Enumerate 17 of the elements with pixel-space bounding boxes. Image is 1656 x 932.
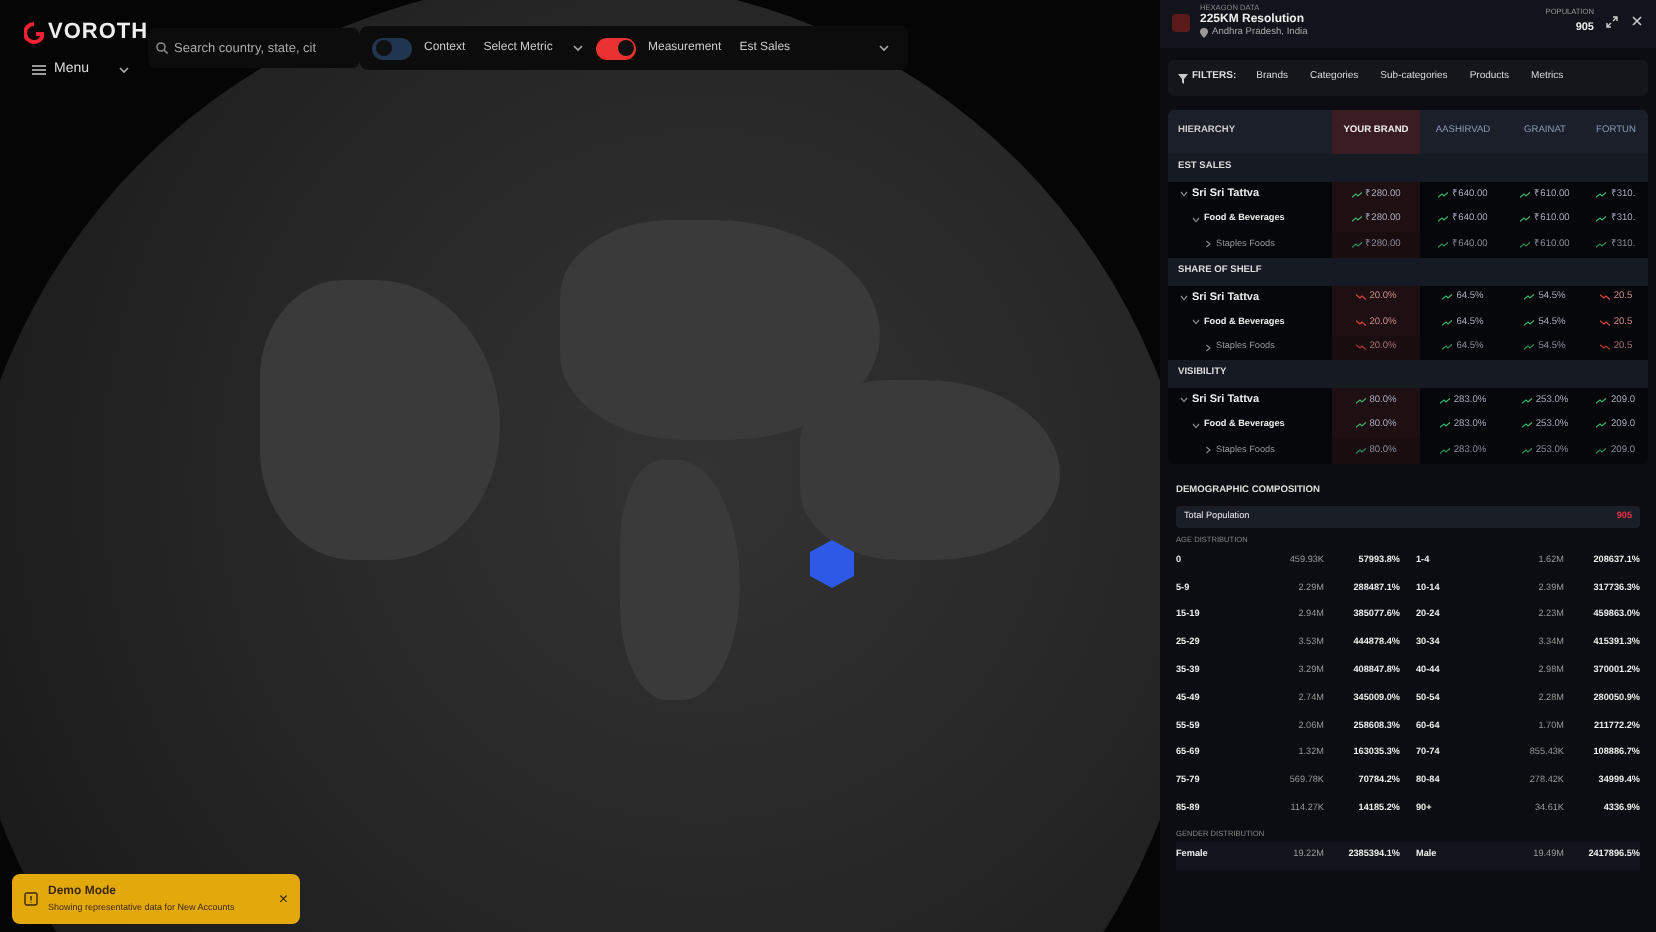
toggle-switch[interactable] xyxy=(596,37,636,59)
close-button[interactable] xyxy=(1630,13,1644,31)
caret-icon xyxy=(572,44,585,52)
expand-button[interactable] xyxy=(1604,13,1620,31)
location-pin-icon xyxy=(1200,28,1208,39)
warning-icon xyxy=(24,892,38,906)
caret-icon xyxy=(878,44,891,52)
logo-text: VOROTH xyxy=(48,18,149,48)
logo-icon xyxy=(24,21,44,44)
filter-icon xyxy=(1178,73,1188,83)
menu-icon xyxy=(32,64,46,77)
expand-icon xyxy=(1606,15,1618,28)
toggle-switch[interactable] xyxy=(372,37,412,59)
close-icon xyxy=(1632,16,1642,27)
caret-icon xyxy=(117,66,130,75)
close-button[interactable]: × xyxy=(278,887,288,911)
hexagon-marker xyxy=(808,538,856,590)
